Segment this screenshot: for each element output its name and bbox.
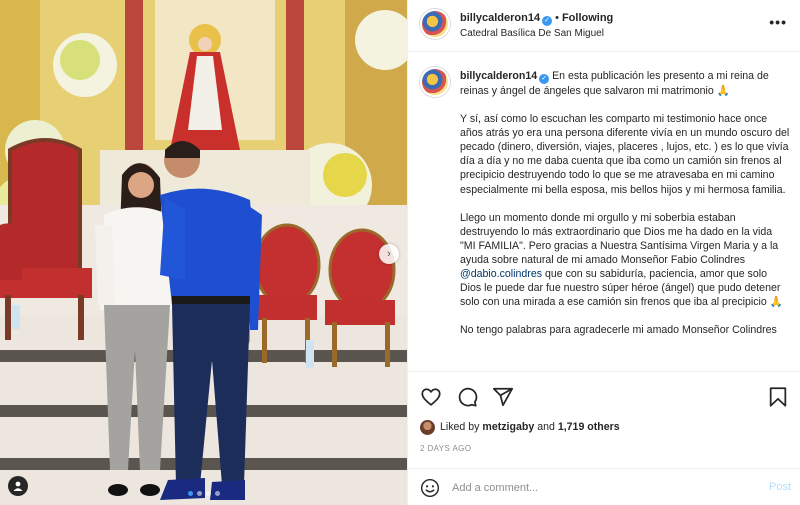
post-comment-button[interactable]: Post <box>769 481 791 493</box>
heart-icon[interactable] <box>420 386 442 408</box>
liked-conjunction: and <box>537 421 555 433</box>
liker-avatar[interactable] <box>420 419 435 435</box>
caption-text: billycalderon14 ✓ En esta publicación les… <box>460 69 790 351</box>
more-horizontal-icon[interactable]: ••• <box>769 14 787 30</box>
verified-badge-icon: ✓ <box>542 16 553 26</box>
post-photo[interactable]: › <box>0 0 407 505</box>
caption-paragraph-3: No tengo palabras para agradecerle mi am… <box>460 324 777 337</box>
comment-icon[interactable] <box>456 386 478 408</box>
bookmark-icon[interactable] <box>767 386 789 408</box>
post-header: billycalderon14 ✓ • Following Catedral Basí… <box>408 0 800 52</box>
author-avatar[interactable] <box>420 9 450 39</box>
carousel-dot <box>205 491 211 496</box>
post-sidebar: billycalderon14 ✓ • Following Catedral Basí… <box>407 0 800 505</box>
caption-username[interactable]: billycalderon14 <box>460 70 537 82</box>
comment-input[interactable] <box>452 477 752 499</box>
verified-badge-icon: ✓ <box>539 74 550 84</box>
likes-summary: Liked by metzigaby and 1,719 others <box>420 419 620 435</box>
author-username[interactable]: billycalderon14 <box>460 12 540 24</box>
post-date[interactable]: 2 DAYS AGO <box>420 444 471 453</box>
chevron-right-icon: › <box>387 248 391 260</box>
church-couple-photo <box>0 0 407 505</box>
action-bar <box>408 371 800 421</box>
instagram-post: › billycalderon14 ✓ • Following Catedral Ba… <box>0 0 800 505</box>
emoji-icon[interactable] <box>420 478 440 498</box>
caption-lead-paragraph: billycalderon14 ✓ En esta publicación les… <box>460 69 790 98</box>
carousel-indicator <box>0 491 407 496</box>
carousel-dot <box>214 491 220 496</box>
location-link[interactable]: Catedral Basílica De San Miguel <box>460 28 604 39</box>
caption-author-avatar[interactable] <box>420 67 450 97</box>
share-icon[interactable] <box>492 386 514 408</box>
author-line: billycalderon14 ✓ • Following <box>460 12 613 26</box>
caption-section: billycalderon14 ✓ En esta publicación les… <box>408 53 800 371</box>
caption-paragraph-1: Y sí, así como lo escuchan les comparto … <box>460 113 790 196</box>
liker-username[interactable]: metzigaby <box>482 421 534 433</box>
separator-dot: • <box>555 12 559 24</box>
mention-link[interactable]: @dabio.colindres <box>460 268 542 280</box>
liked-by-text: Liked by metzigaby and 1,719 others <box>440 421 620 433</box>
carousel-dot <box>187 491 193 496</box>
liked-prefix: Liked by <box>440 421 480 433</box>
caption-paragraph-2-text: Llego un momento donde mi orgullo y mi s… <box>460 211 779 266</box>
next-slide-button[interactable]: › <box>379 244 399 264</box>
comment-bar: Post <box>408 468 800 505</box>
carousel-dot <box>196 491 202 496</box>
following-button[interactable]: Following <box>562 12 613 24</box>
caption-paragraph-2: Llego un momento donde mi orgullo y mi s… <box>460 211 790 310</box>
likes-count-link[interactable]: 1,719 others <box>558 421 620 433</box>
